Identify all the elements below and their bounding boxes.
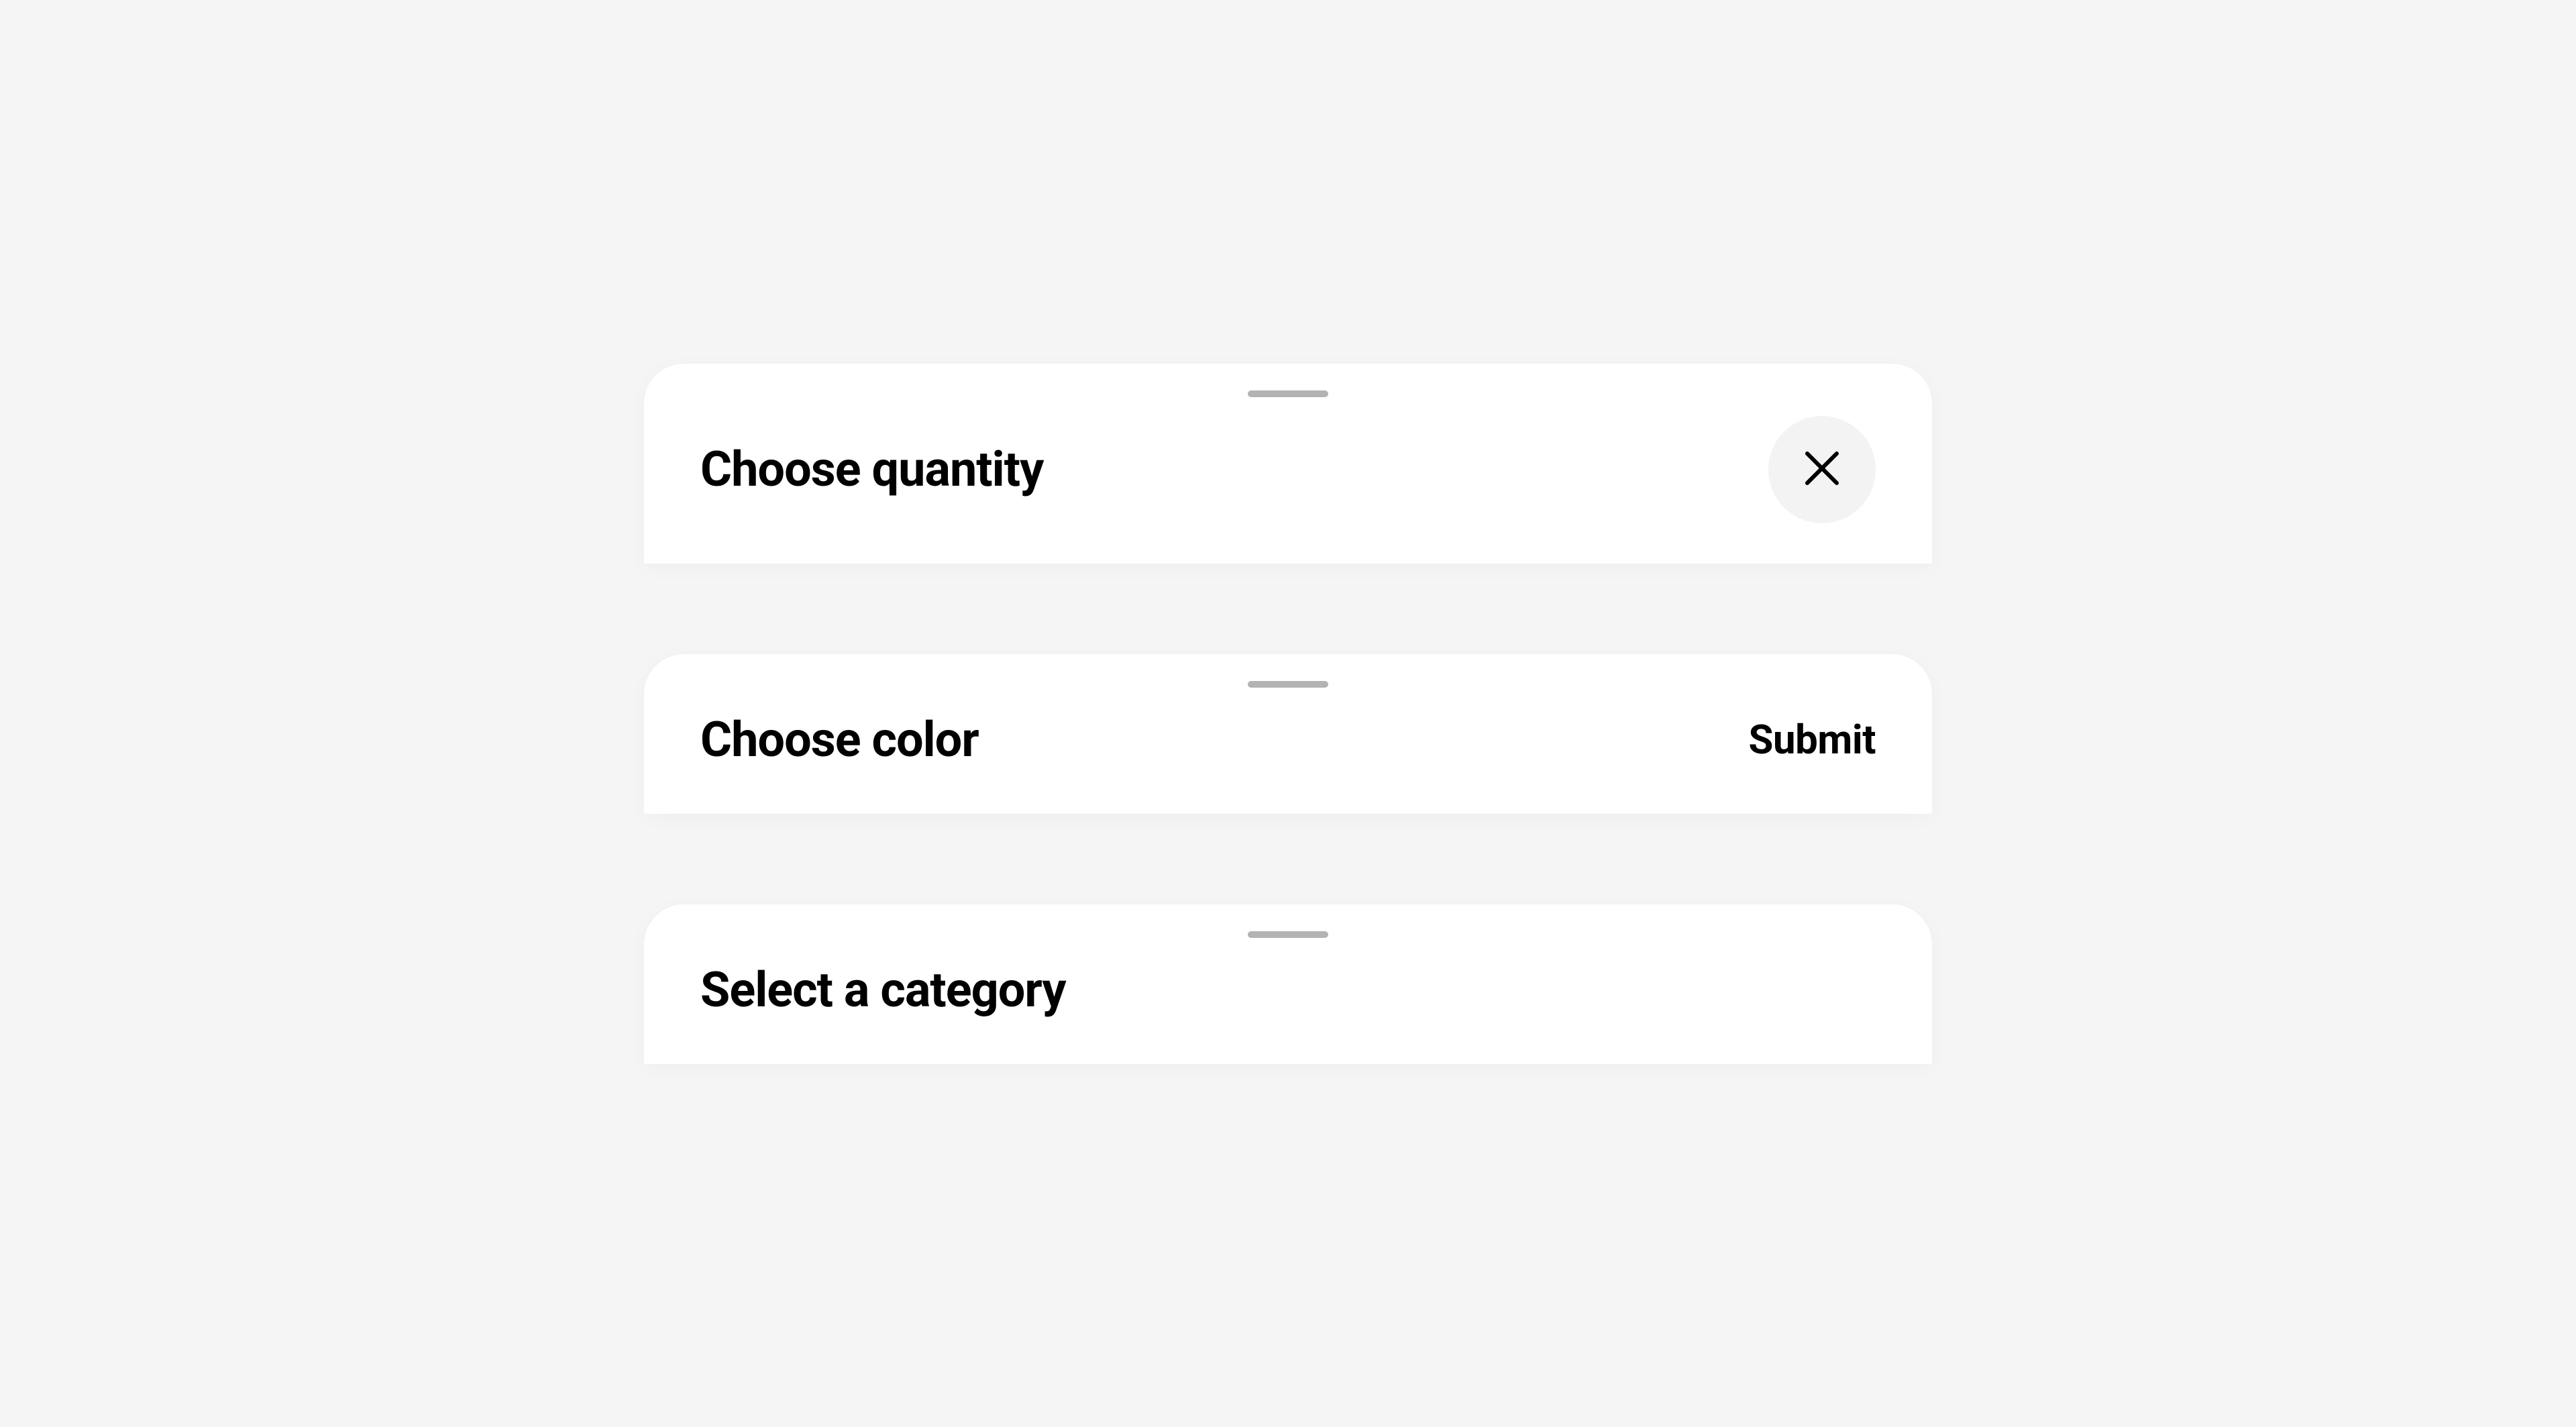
sheet-title: Choose color xyxy=(700,711,979,768)
bottom-sheet-category: Select a category xyxy=(644,904,1932,1064)
sheet-title: Select a category xyxy=(700,961,1066,1018)
drag-handle-wrap xyxy=(700,681,1876,688)
drag-handle[interactable] xyxy=(1248,390,1328,397)
close-button[interactable] xyxy=(1768,416,1876,523)
drag-handle[interactable] xyxy=(1248,681,1328,688)
bottom-sheet-quantity: Choose quantity xyxy=(644,364,1932,564)
drag-handle-wrap xyxy=(700,390,1876,397)
bottom-sheet-color: Choose color Submit xyxy=(644,654,1932,814)
submit-button[interactable]: Submit xyxy=(1749,716,1876,763)
drag-handle-wrap xyxy=(700,931,1876,938)
drag-handle[interactable] xyxy=(1248,931,1328,938)
close-icon xyxy=(1802,448,1842,491)
sheet-title: Choose quantity xyxy=(700,441,1043,498)
